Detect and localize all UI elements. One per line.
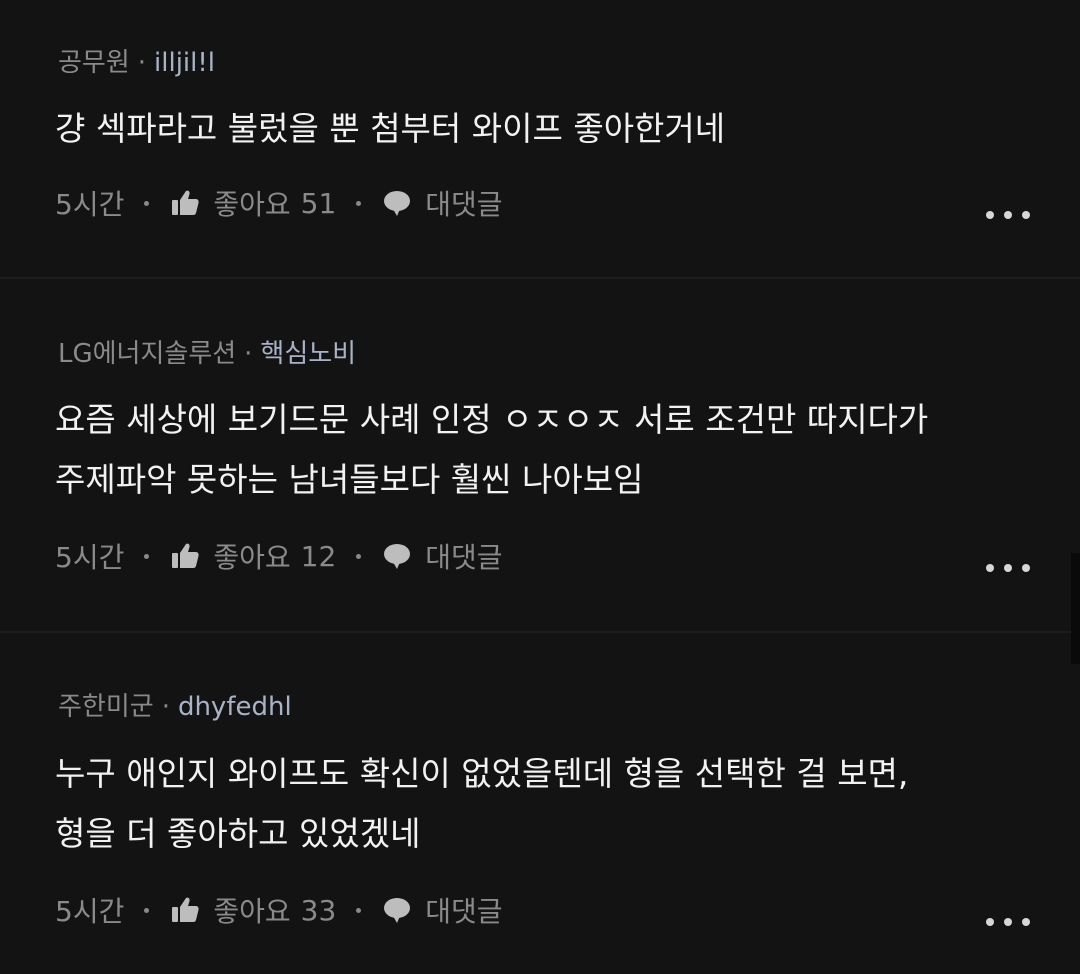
action-separator <box>356 553 362 559</box>
reply-label: 대댓글 <box>425 895 503 928</box>
like-count: 12 <box>300 539 337 573</box>
meta-separator: · <box>161 692 170 722</box>
more-dot <box>1022 211 1030 219</box>
action-separator <box>356 907 362 913</box>
comment-text: 누구 애인지 와이프도 확신이 없었을텐데 형을 선택한 걸 보면, 형을 더 … <box>55 754 909 853</box>
comment-author[interactable]: 주한미군 · dhyfedhl <box>58 690 292 724</box>
comment-actions: 5시간 좋아요 12 대댓글 <box>55 536 503 576</box>
like-button[interactable]: 좋아요 51 <box>169 183 336 223</box>
speech-bubble-icon <box>381 540 413 572</box>
comment-actions: 5시간 좋아요 33 대댓글 <box>55 890 503 930</box>
more-dot <box>1004 211 1012 219</box>
author-company: LG에너지솔루션 <box>58 339 237 369</box>
more-dot <box>1022 564 1030 572</box>
action-separator <box>144 907 150 913</box>
like-count: 51 <box>300 186 337 220</box>
more-options-button[interactable] <box>986 907 1030 937</box>
meta-separator: · <box>137 48 147 78</box>
like-button[interactable]: 좋아요 33 <box>169 890 336 930</box>
author-nickname[interactable]: 핵심노비 <box>260 339 356 369</box>
like-label: 좋아요 <box>213 188 291 221</box>
more-options-button[interactable] <box>986 553 1030 583</box>
like-button[interactable]: 좋아요 12 <box>169 536 336 576</box>
comment-text: 요즘 세상에 보기드문 사례 인정 ㅇㅈㅇㅈ 서로 조건만 따지다가 주제파악 … <box>55 400 929 499</box>
comment-author[interactable]: LG에너지솔루션 · 핵심노비 <box>58 337 356 371</box>
author-company: 공무원 <box>58 48 130 78</box>
more-dot <box>986 918 994 926</box>
more-dot <box>986 564 994 572</box>
action-separator <box>144 200 150 206</box>
comment-author[interactable]: 공무원 · illjil!l <box>58 46 215 80</box>
comment-item: 주한미군 · dhyfedhl 누구 애인지 와이프도 확신이 없었을텐데 형을 선… <box>0 633 1080 974</box>
reply-button[interactable]: 대댓글 <box>381 183 503 223</box>
comment-item: LG에너지솔루션 · 핵심노비 요즘 세상에 보기드문 사례 인정 ㅇㅈㅇㅈ 서로 … <box>0 279 1080 631</box>
comment-item: 공무원 · illjil!l 걍 섹파라고 불렀을 뿐 첨부터 와이프 좋아한거네 … <box>0 0 1080 277</box>
reply-label: 대댓글 <box>425 188 503 221</box>
author-nickname[interactable]: dhyfedhl <box>178 692 292 722</box>
meta-separator: · <box>244 339 253 369</box>
reply-button[interactable]: 대댓글 <box>381 536 503 576</box>
comment-text: 걍 섹파라고 불렀을 뿐 첨부터 와이프 좋아한거네 <box>55 109 726 148</box>
comment-actions: 5시간 좋아요 51 대댓글 <box>55 183 503 223</box>
like-label: 좋아요 <box>213 541 291 574</box>
more-dot <box>986 211 994 219</box>
thumbs-up-icon <box>169 894 201 926</box>
speech-bubble-icon <box>381 187 413 219</box>
action-separator <box>144 553 150 559</box>
author-nickname[interactable]: illjil!l <box>154 48 215 78</box>
more-dot <box>1022 918 1030 926</box>
more-dot <box>1004 918 1012 926</box>
thumbs-up-icon <box>169 187 201 219</box>
comment-time: 5시간 <box>55 895 125 928</box>
comment-time: 5시간 <box>55 188 125 221</box>
like-count: 33 <box>300 893 337 927</box>
like-label: 좋아요 <box>213 895 291 928</box>
more-options-button[interactable] <box>986 200 1030 230</box>
speech-bubble-icon <box>381 894 413 926</box>
comment-time: 5시간 <box>55 541 125 574</box>
reply-label: 대댓글 <box>425 541 503 574</box>
thumbs-up-icon <box>169 540 201 572</box>
author-company: 주한미군 <box>58 692 154 722</box>
action-separator <box>356 200 362 206</box>
scrollbar-thumb[interactable] <box>1071 553 1080 664</box>
more-dot <box>1004 564 1012 572</box>
reply-button[interactable]: 대댓글 <box>381 890 503 930</box>
